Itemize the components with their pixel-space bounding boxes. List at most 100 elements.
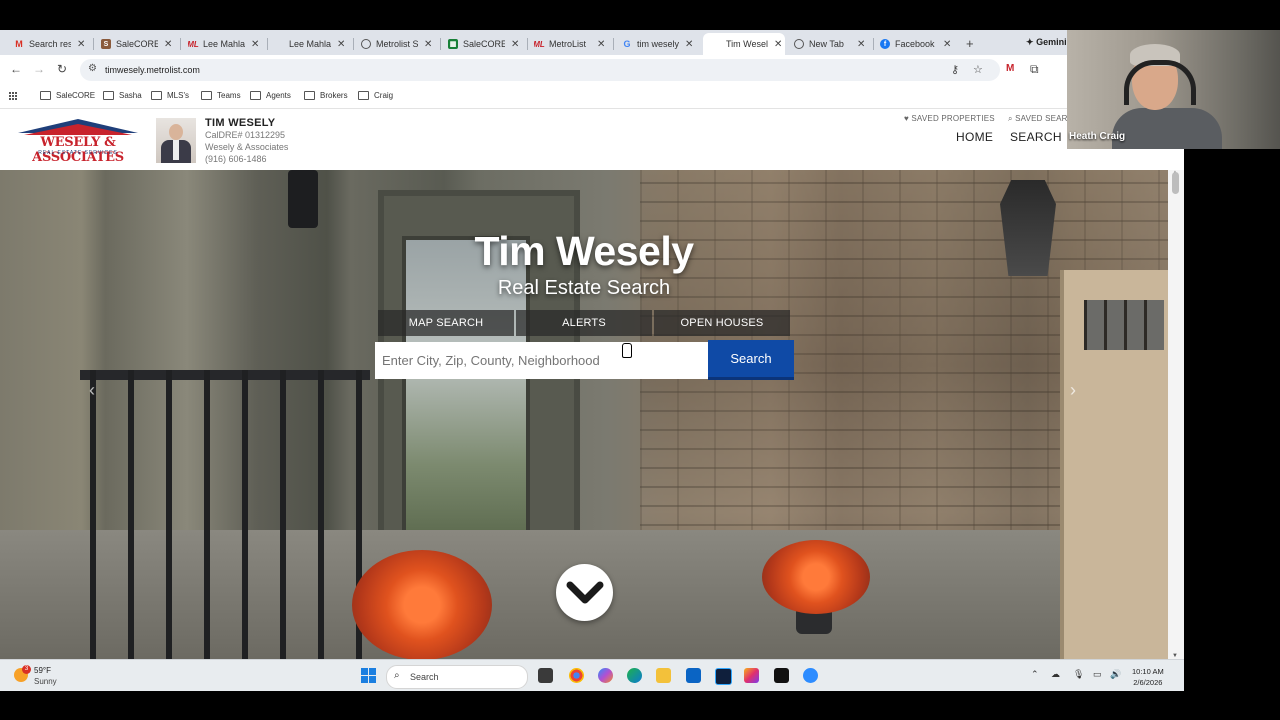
network-icon[interactable]: ▭ [1093,669,1102,680]
instagram-icon[interactable] [744,668,759,683]
bookmark-folder[interactable]: SaleCORE [40,91,95,100]
gemini-button[interactable]: ✦ Gemini [1026,37,1067,48]
browser-tab[interactable]: M Search resu ✕ [14,33,85,55]
tab-title: tim wesely [637,39,679,49]
store-icon[interactable] [686,668,701,683]
close-tab-icon[interactable]: ✕ [424,39,432,50]
bookmark-folder[interactable]: Craig [358,91,393,100]
bookmark-folder[interactable]: Teams [201,91,241,100]
weather-badge: 3 [22,665,31,674]
carousel-prev-icon[interactable]: ‹ [89,380,95,401]
address-bar[interactable]: ⚙ timwesely.metrolist.com ⚷ ☆ [80,59,1000,81]
onedrive-icon[interactable]: ☁ [1051,669,1060,680]
nav-search[interactable]: SEARCH [1010,130,1062,144]
search-button[interactable]: Search [708,340,794,380]
gmail-extension-icon[interactable]: M [1006,63,1014,74]
agent-photo [156,118,196,163]
taskbar-search[interactable]: ⌕ Search [386,665,528,689]
agent-info: TIM WESELY CalDRE# 01312295 Wesely & Ass… [205,117,288,165]
search-icon: ⌕ [394,670,400,681]
location-search-input[interactable] [375,342,708,379]
chrome-icon[interactable] [569,668,584,683]
heart-icon: ♥ [904,114,909,123]
apps-grid-icon[interactable] [9,92,18,101]
browser-tab[interactable]: ▦ SaleCORE ✕ [448,33,519,55]
photoshop-icon[interactable] [715,668,732,685]
password-key-icon[interactable]: ⚷ [951,63,959,76]
weather-temperature[interactable]: 59°F [34,666,51,675]
close-tab-icon[interactable]: ✕ [251,39,259,50]
forward-icon[interactable]: → [33,62,45,76]
close-tab-icon[interactable]: ✕ [774,39,782,50]
nav-home[interactable]: HOME [956,130,993,144]
agent-name: TIM WESELY [205,117,276,129]
system-clock[interactable]: 10:10 AM 2/6/2026 [1132,666,1164,688]
headphones-image [1124,60,1196,105]
tab-title: SaleCORE [463,39,505,49]
volume-icon[interactable]: 🔊 [1110,669,1121,680]
bookmark-folder[interactable]: Agents [250,91,291,100]
close-tab-icon[interactable]: ✕ [943,39,951,50]
tab-open-houses[interactable]: OPEN HOUSES [654,310,790,336]
carousel-next-icon[interactable]: › [1070,380,1076,401]
microphone-icon[interactable]: 🎙 [1073,669,1084,680]
browser-tab[interactable]: ML Lee Mahla ✕ [188,33,259,55]
saved-searches-link[interactable]: ⌕ SAVED SEAR [1008,114,1068,124]
tab-map-search[interactable]: MAP SEARCH [378,310,514,336]
globe-icon [794,39,804,49]
browser-tab[interactable]: G tim wesely ✕ [622,33,693,55]
tab-title: Metrolist S [376,39,418,49]
scrollbar-thumb[interactable] [1172,172,1179,194]
close-tab-icon[interactable]: ✕ [77,39,85,50]
close-tab-icon[interactable]: ✕ [164,39,172,50]
tab-title: New Tab [809,39,844,49]
browser-tab[interactable]: Lee Mahla ✕ [274,33,345,55]
capcut-icon[interactable] [774,668,789,683]
agent-phone[interactable]: (916) 606-1486 [205,153,288,165]
bookmark-folder[interactable]: Sasha [103,91,142,100]
facebook-icon: f [880,39,890,49]
bookmark-folder[interactable]: Brokers [304,91,348,100]
hero-subtitle: Real Estate Search [497,277,671,299]
bookmark-folder[interactable]: MLS's [151,91,189,100]
scroll-down-button[interactable] [556,564,613,621]
metrolist-icon: ML [534,39,545,49]
tab-title: Lee Mahla [289,39,331,49]
file-icon[interactable] [538,668,553,683]
windows-start-icon[interactable] [361,668,376,683]
close-tab-icon[interactable]: ✕ [857,39,865,50]
railing-balusters-image [90,370,390,659]
browser-tab[interactable]: ML MetroList ✕ [534,33,605,55]
url-text: timwesely.metrolist.com [105,65,200,75]
new-tab-icon[interactable]: + [966,36,974,51]
bookmark-star-icon[interactable]: ☆ [973,63,983,76]
file-explorer-icon[interactable] [656,668,671,683]
close-tab-icon[interactable]: ✕ [337,39,345,50]
sheets-icon: ▦ [448,39,458,49]
folder-icon [250,91,261,100]
site-logo[interactable]: WESELY & ASSOCIATES REAL ESTATE SERVICES [14,119,142,165]
show-hidden-icons-icon[interactable]: ⌃ [1031,669,1039,680]
browser-tab[interactable]: S SaleCORE ✕ [101,33,172,55]
zoom-icon[interactable] [803,668,818,683]
copilot-icon[interactable] [598,668,613,683]
back-icon[interactable]: ← [10,62,22,76]
browser-tab[interactable]: f Facebook ✕ [880,33,951,55]
reload-icon[interactable]: ↻ [57,62,67,76]
blank-icon [274,39,284,49]
close-tab-icon[interactable]: ✕ [511,39,519,50]
saved-properties-link[interactable]: ♥ SAVED PROPERTIES [904,114,995,123]
browser-tab[interactable]: Metrolist S ✕ [361,33,432,55]
close-tab-icon[interactable]: ✕ [685,39,693,50]
edge-icon[interactable] [627,668,642,683]
site-info-icon[interactable]: ⚙ [88,63,97,74]
garage-door-image [1060,270,1168,659]
tab-alerts[interactable]: ALERTS [516,310,652,336]
browser-tab[interactable]: New Tab ✕ [794,33,865,55]
browser-tab-strip: M Search resu ✕ S SaleCORE ✕ ML Lee Mahl… [0,30,1184,55]
browser-tab-active[interactable]: Tim Wesely ✕ [703,33,785,55]
page-scrollbar[interactable]: ▲ ▼ [1168,170,1184,659]
close-tab-icon[interactable]: ✕ [597,39,605,50]
extensions-puzzle-icon[interactable]: ⧉ [1030,62,1039,77]
folder-icon [358,91,369,100]
